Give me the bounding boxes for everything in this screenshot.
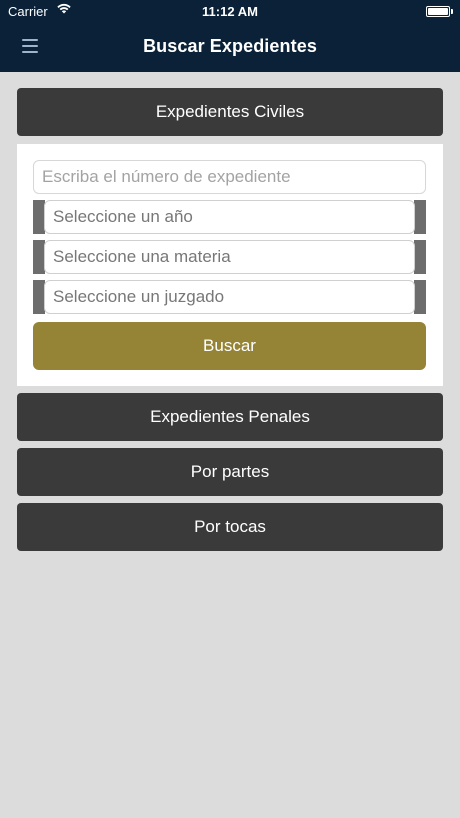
other-sections: Expedientes Penales Por partes Por tocas — [17, 393, 443, 551]
juzgado-select[interactable]: Seleccione un juzgado — [44, 280, 415, 314]
expediente-number-input[interactable] — [33, 160, 426, 194]
page-title: Buscar Expedientes — [143, 36, 317, 56]
search-content: Expedientes Civiles Seleccione un año Se… — [17, 88, 443, 558]
civiles-section-button[interactable]: Expedientes Civiles — [17, 88, 443, 136]
por-tocas-button[interactable]: Por tocas — [17, 503, 443, 551]
year-select[interactable]: Seleccione un año — [44, 200, 415, 234]
penales-section-button[interactable]: Expedientes Penales — [17, 393, 443, 441]
battery-icon — [426, 6, 450, 17]
clock: 11:12 AM — [202, 4, 258, 19]
select-bar-right — [414, 280, 426, 314]
por-partes-button[interactable]: Por partes — [17, 448, 443, 496]
juzgado-select-wrapper: Seleccione un juzgado — [33, 280, 426, 314]
battery-tip — [451, 9, 453, 14]
status-bar: Carrier 11:12 AM — [0, 0, 460, 22]
materia-select-wrapper: Seleccione una materia — [33, 240, 426, 274]
select-bar-right — [414, 200, 426, 234]
civiles-search-panel: Seleccione un año Seleccione una materia… — [17, 144, 443, 386]
materia-select[interactable]: Seleccione una materia — [44, 240, 415, 274]
buscar-button[interactable]: Buscar — [33, 322, 426, 370]
year-select-wrapper: Seleccione un año — [33, 200, 426, 234]
navigation-bar: Buscar Expedientes — [0, 22, 460, 72]
select-bar-right — [414, 240, 426, 274]
